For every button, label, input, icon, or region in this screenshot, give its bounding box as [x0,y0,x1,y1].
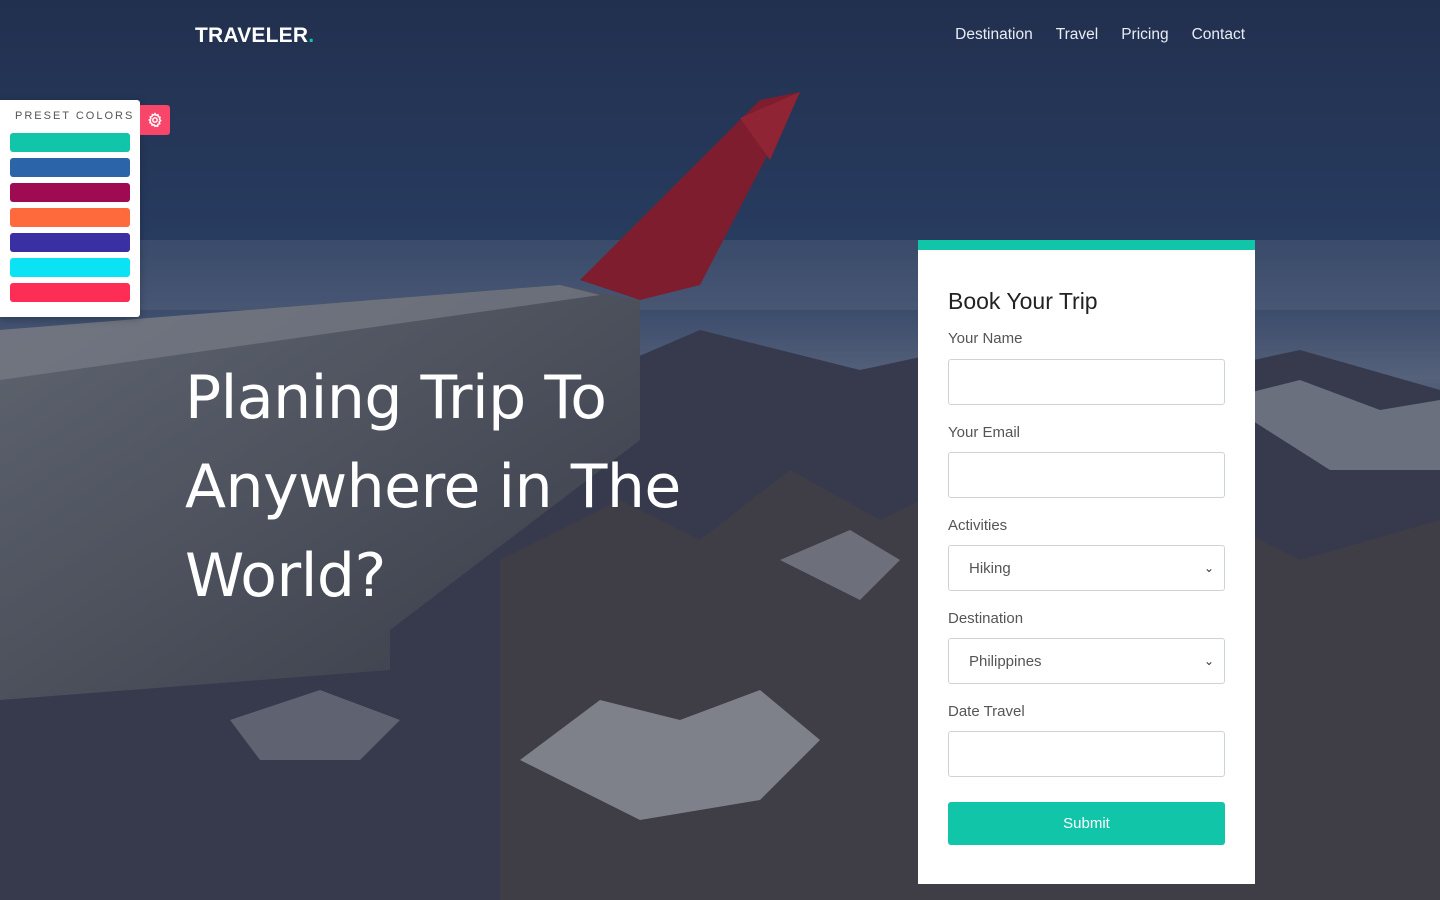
brand-logo[interactable]: TRAVELER. [195,24,314,48]
color-swatch-cyan[interactable] [10,258,130,277]
preset-colors-panel: PRESET COLORS [0,100,140,317]
destination-select[interactable]: Philippines ⌄ [948,638,1225,684]
nav-link-pricing[interactable]: Pricing [1121,26,1168,44]
nav-link-destination[interactable]: Destination [955,26,1033,44]
color-swatch-red[interactable] [10,283,130,302]
color-swatch-magenta[interactable] [10,183,130,202]
name-field[interactable] [948,359,1225,405]
booking-card: Book Your Trip Your Name Your Email Acti… [918,240,1255,884]
date-label: Date Travel [948,703,1025,720]
headline-line-1: Planing Trip To [185,363,607,433]
settings-toggle-button[interactable] [140,105,170,135]
chevron-down-icon: ⌄ [1203,654,1214,668]
date-input[interactable] [969,732,1204,776]
color-swatch-blue[interactable] [10,158,130,177]
email-input[interactable] [969,453,1204,497]
color-swatch-teal[interactable] [10,133,130,152]
submit-button[interactable]: Submit [948,802,1225,845]
email-label: Your Email [948,424,1020,441]
name-label: Your Name [948,330,1023,347]
activities-value: Hiking [969,559,1011,577]
hero-headline: Planing Trip To Anywhere in The World? [185,354,745,621]
nav-link-travel[interactable]: Travel [1056,26,1099,44]
headline-line-3: World? [185,541,386,611]
gear-icon [148,112,162,128]
color-swatch-orange[interactable] [10,208,130,227]
destination-value: Philippines [969,652,1042,670]
name-input[interactable] [969,360,1204,404]
preset-colors-title: PRESET COLORS [15,110,135,122]
color-swatch-indigo[interactable] [10,233,130,252]
email-field[interactable] [948,452,1225,498]
nav-link-contact[interactable]: Contact [1192,26,1245,44]
brand-name: TRAVELER [195,24,309,47]
destination-label: Destination [948,610,1024,627]
chevron-down-icon: ⌄ [1203,561,1214,575]
main-nav: Destination Travel Pricing Contact [955,26,1245,44]
color-swatches [10,133,130,308]
navbar: TRAVELER. Destination Travel Pricing Con… [0,0,1440,74]
activities-label: Activities [948,517,1008,534]
activities-select[interactable]: Hiking ⌄ [948,545,1225,591]
date-field[interactable] [948,731,1225,777]
headline-line-2: Anywhere in The [185,452,681,522]
brand-dot: . [308,24,315,47]
booking-title: Book Your Trip [948,288,1098,314]
